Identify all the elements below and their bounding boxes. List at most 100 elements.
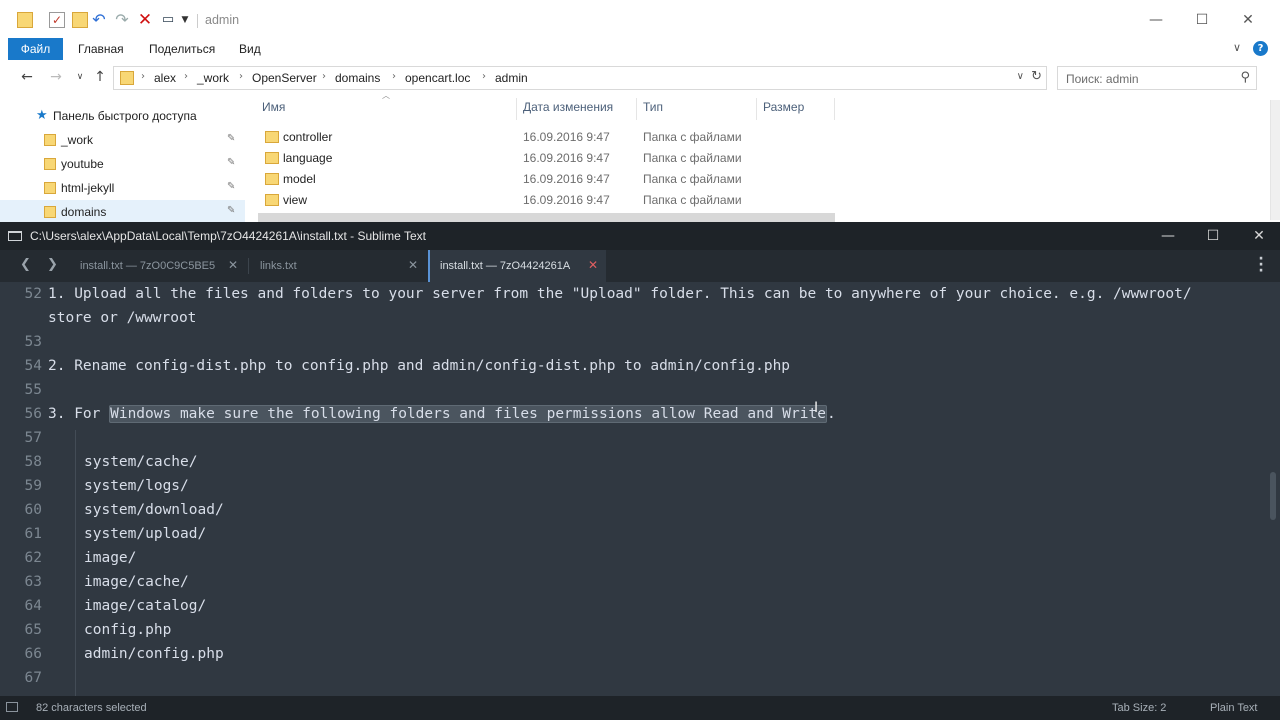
- search-input[interactable]: Поиск: admin ⚲: [1057, 66, 1257, 90]
- address-row: ← → ∨ ↑ › alex › _work › OpenServer › do…: [0, 63, 1280, 93]
- rename-icon[interactable]: ▭: [160, 12, 176, 28]
- sublime-text-window: C:\Users\alex\AppData\Local\Temp\7zO4424…: [0, 222, 1280, 720]
- breadcrumb-admin[interactable]: admin: [495, 71, 528, 85]
- tab-install-7zO0C9C5BE5[interactable]: install.txt — 7zO0C9C5BE5 ✕: [72, 250, 248, 282]
- minimize-button[interactable]: —: [1141, 10, 1171, 30]
- code-line[interactable]: config.php: [84, 622, 171, 638]
- more-options-icon[interactable]: · · ·: [1256, 252, 1266, 278]
- column-divider[interactable]: [756, 98, 757, 120]
- up-icon[interactable]: ↑: [92, 69, 108, 85]
- tab-install-7zO4424261A[interactable]: install.txt — 7zO4424261A ✕: [428, 250, 606, 282]
- delete-icon[interactable]: ✕: [137, 12, 153, 29]
- line-number: 59: [24, 478, 42, 494]
- ribbon-tabs: Файл Главная Поделиться Вид ∨ ?: [0, 38, 1280, 60]
- code-line-wrapped[interactable]: store or /wwwroot: [48, 310, 196, 326]
- column-type[interactable]: Тип: [643, 100, 663, 118]
- expand-ribbon-icon[interactable]: ∨: [1233, 41, 1241, 54]
- window-title: admin: [205, 13, 240, 27]
- editor-area[interactable]: 52 1. Upload all the files and folders t…: [0, 282, 1280, 696]
- undo-icon[interactable]: ↶: [91, 12, 107, 28]
- file-date: 16.09.2016 9:47: [523, 172, 610, 186]
- code-line[interactable]: 2. Rename config-dist.php to config.php …: [48, 358, 790, 374]
- back-icon[interactable]: ←: [19, 69, 35, 85]
- address-dropdown-icon[interactable]: ∨: [1017, 71, 1024, 82]
- maximize-button[interactable]: ☐: [1198, 226, 1228, 246]
- code-line[interactable]: admin/config.php: [84, 646, 224, 662]
- editor-scrollbar[interactable]: [1270, 472, 1276, 520]
- file-row-language[interactable]: language 16.09.2016 9:47 Папка с файлами: [260, 148, 835, 169]
- column-date-modified[interactable]: Дата изменения: [523, 100, 613, 118]
- code-line[interactable]: system/cache/: [84, 454, 198, 470]
- forward-icon[interactable]: →: [48, 69, 64, 85]
- column-divider[interactable]: [636, 98, 637, 120]
- tab-label: install.txt — 7zO0C9C5BE5: [80, 260, 216, 272]
- file-row-view[interactable]: view 16.09.2016 9:47 Папка с файлами: [260, 190, 835, 211]
- tab-links[interactable]: links.txt ✕: [252, 250, 428, 282]
- close-tab-icon[interactable]: ✕: [588, 258, 598, 272]
- address-bar[interactable]: › alex › _work › OpenServer › domains › …: [113, 66, 1047, 90]
- file-type: Папка с файлами: [643, 172, 742, 186]
- code-line[interactable]: image/: [84, 550, 136, 566]
- tab-share[interactable]: Поделиться: [149, 38, 215, 60]
- column-name[interactable]: Имя: [262, 100, 285, 118]
- tab-size-status[interactable]: Tab Size: 2: [1112, 702, 1166, 714]
- line-number: 64: [24, 598, 42, 614]
- maximize-button[interactable]: ☐: [1187, 10, 1217, 30]
- tab-home[interactable]: Главная: [78, 38, 124, 60]
- tab-view[interactable]: Вид: [239, 38, 261, 60]
- panel-toggle-icon[interactable]: [6, 702, 18, 712]
- refresh-icon[interactable]: ↻: [1031, 69, 1042, 84]
- file-date: 16.09.2016 9:47: [523, 130, 610, 144]
- breadcrumb-separator: ›: [184, 71, 188, 82]
- folder-icon: [44, 206, 56, 218]
- close-button[interactable]: ✕: [1244, 226, 1274, 246]
- nav-item-domains[interactable]: domains ✎: [0, 200, 245, 224]
- redo-icon[interactable]: ↷: [114, 12, 130, 28]
- nav-item-html-jekyll[interactable]: html-jekyll ✎: [0, 176, 245, 200]
- search-placeholder: Поиск: admin: [1066, 72, 1139, 86]
- new-folder-icon[interactable]: [72, 12, 88, 28]
- recent-locations-icon[interactable]: ∨: [72, 72, 88, 82]
- code-line[interactable]: system/download/: [84, 502, 224, 518]
- minimize-button[interactable]: —: [1153, 226, 1183, 246]
- file-row-model[interactable]: model 16.09.2016 9:47 Папка с файлами: [260, 169, 835, 190]
- breadcrumb-work[interactable]: _work: [197, 71, 229, 85]
- folder-icon: [120, 71, 134, 85]
- folder-icon: [265, 131, 279, 143]
- code-line[interactable]: image/cache/: [84, 574, 189, 590]
- pin-icon: ✎: [227, 205, 236, 216]
- breadcrumb-openserver[interactable]: OpenServer: [252, 71, 317, 85]
- tab-file[interactable]: Файл: [8, 38, 63, 60]
- code-line[interactable]: 1. Upload all the files and folders to y…: [48, 286, 1192, 302]
- properties-check-icon[interactable]: ✓: [49, 12, 65, 28]
- file-row-controller[interactable]: controller 16.09.2016 9:47 Папка с файла…: [260, 127, 835, 148]
- code-line[interactable]: system/upload/: [84, 526, 206, 542]
- code-line[interactable]: image/catalog/: [84, 598, 206, 614]
- nav-item-work[interactable]: _work ✎: [0, 128, 245, 152]
- quick-access[interactable]: ★ Панель быстрого доступа: [0, 104, 245, 128]
- tab-back-icon[interactable]: ❮: [20, 257, 31, 272]
- tab-forward-icon[interactable]: ❯: [47, 257, 58, 272]
- syntax-status[interactable]: Plain Text: [1210, 702, 1258, 714]
- customize-dropdown-icon[interactable]: ▼: [180, 12, 190, 28]
- breadcrumb-domains[interactable]: domains: [335, 71, 380, 85]
- nav-item-youtube[interactable]: youtube ✎: [0, 152, 245, 176]
- tab-divider: [248, 258, 249, 274]
- code-line[interactable]: system/logs/: [84, 478, 189, 494]
- help-icon[interactable]: ?: [1253, 41, 1268, 56]
- file-row-partial[interactable]: [258, 213, 835, 222]
- column-divider[interactable]: [834, 98, 835, 120]
- breadcrumb-alex[interactable]: alex: [154, 71, 176, 85]
- divider: [197, 14, 198, 28]
- text-selection[interactable]: Windows make sure the following folders …: [109, 405, 827, 423]
- column-divider[interactable]: [516, 98, 517, 120]
- close-tab-icon[interactable]: ✕: [228, 258, 238, 272]
- explorer-scrollbar[interactable]: [1270, 100, 1280, 220]
- code-line-with-selection[interactable]: 3. For Windows make sure the following f…: [48, 405, 836, 423]
- column-size[interactable]: Размер: [763, 100, 804, 118]
- folder-icon[interactable]: [17, 12, 33, 28]
- window-icon: [8, 231, 22, 241]
- close-tab-icon[interactable]: ✕: [408, 258, 418, 272]
- close-button[interactable]: ✕: [1233, 10, 1263, 30]
- breadcrumb-opencart[interactable]: opencart.loc: [405, 71, 470, 85]
